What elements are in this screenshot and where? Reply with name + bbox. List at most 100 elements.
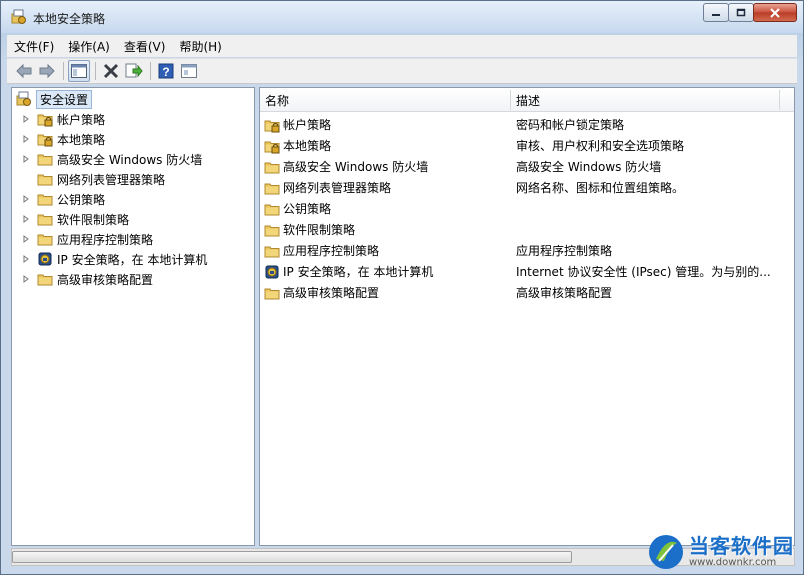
column-divider[interactable] <box>779 90 780 110</box>
list-item[interactable]: 网络列表管理器策略 网络名称、图标和位置组策略。 <box>264 177 790 198</box>
folder-icon <box>264 183 280 194</box>
maximize-button[interactable] <box>728 3 754 22</box>
folder-icon <box>264 288 280 299</box>
list-item-name: 应用程序控制策略 <box>283 244 380 258</box>
help-button[interactable]: ? <box>155 60 177 82</box>
list-item-name: 软件限制策略 <box>283 223 356 237</box>
toolbar: ? <box>7 58 797 84</box>
close-icon <box>770 7 780 18</box>
tree-item[interactable]: 高级审核策略配置 <box>20 269 153 289</box>
folder-icon <box>37 174 53 186</box>
forward-button[interactable] <box>36 60 58 82</box>
folder-icon <box>264 204 280 215</box>
properties-button[interactable] <box>178 60 200 82</box>
expand-arrow-icon[interactable] <box>20 133 32 145</box>
expand-arrow-icon[interactable] <box>20 193 32 205</box>
menu-help[interactable]: 帮助(H) <box>172 38 228 55</box>
list-item-name-cell: 公钥策略 <box>264 200 331 217</box>
expand-arrow-icon[interactable] <box>20 113 32 125</box>
list-item-name-cell: 本地策略 <box>264 137 331 154</box>
tree-item-label: 软件限制策略 <box>57 212 130 227</box>
list-item-name: 公钥策略 <box>283 202 332 216</box>
ipsec-icon <box>265 265 279 278</box>
show-hide-tree-icon <box>71 64 87 78</box>
close-button[interactable] <box>753 3 797 22</box>
list-item-description: Internet 协议安全性 (IPsec) 管理。为与别的... <box>516 265 771 279</box>
tree-item-label: IP 安全策略，在 本地计算机 <box>57 252 208 267</box>
list-pane[interactable]: 名称 描述 帐户策略 密码和帐户锁定策略 本地策略 审核、用户权利和安全选项策略 高级安… <box>259 87 795 546</box>
list-item[interactable]: 高级安全 Windows 防火墙 高级安全 Windows 防火墙 <box>264 156 790 177</box>
list-item-name-cell: 应用程序控制策略 <box>264 242 379 259</box>
ipsec-icon <box>38 252 52 266</box>
folder-lock-icon <box>264 141 280 153</box>
column-name-label: 名称 <box>265 93 290 108</box>
list-item-name-cell: 网络列表管理器策略 <box>264 179 391 196</box>
title-bar[interactable]: 本地安全策略 <box>1 1 803 33</box>
list-item[interactable]: 软件限制策略 <box>264 219 790 240</box>
list-item[interactable]: 帐户策略 密码和帐户锁定策略 <box>264 114 790 135</box>
window-title: 本地安全策略 <box>33 12 106 26</box>
list-item-name: IP 安全策略，在 本地计算机 <box>283 265 434 279</box>
tree-item[interactable]: IP 安全策略，在 本地计算机 <box>20 249 207 269</box>
list-item-name-cell: 高级审核策略配置 <box>264 284 379 301</box>
folder-icon <box>37 194 53 206</box>
expand-arrow-icon[interactable] <box>20 213 32 225</box>
minimize-button[interactable] <box>703 3 729 22</box>
expand-arrow-icon[interactable] <box>20 233 32 245</box>
forward-icon <box>39 63 55 79</box>
delete-button[interactable] <box>100 60 122 82</box>
watermark-url: www.downkr.com <box>689 557 777 568</box>
expand-arrow-icon[interactable] <box>20 153 32 165</box>
column-header-name[interactable]: 名称 <box>260 88 510 112</box>
list-item-description: 网络名称、图标和位置组策略。 <box>516 181 685 195</box>
tree-item-label: 本地策略 <box>57 132 106 147</box>
tree-root-security-settings[interactable]: 安全设置 <box>14 89 93 109</box>
properties-icon <box>181 64 197 78</box>
tree-item[interactable]: 软件限制策略 <box>20 209 129 229</box>
list-item[interactable]: 公钥策略 <box>264 198 790 219</box>
toolbar-separator <box>150 62 151 80</box>
tree-item[interactable]: 应用程序控制策略 <box>20 229 153 249</box>
folder-lock-icon <box>264 120 280 132</box>
export-list-button[interactable] <box>123 60 145 82</box>
security-settings-icon <box>16 91 31 106</box>
tree-item[interactable]: 高级安全 Windows 防火墙 <box>20 149 202 169</box>
tree-item-label: 帐户策略 <box>57 112 106 127</box>
tree-item-label: 高级审核策略配置 <box>57 272 154 287</box>
folder-lock-icon <box>37 114 53 127</box>
menu-action[interactable]: 操作(A) <box>61 38 117 55</box>
watermark-logo-icon <box>649 535 683 569</box>
delete-icon <box>103 63 119 79</box>
tree-item-label: 网络列表管理器策略 <box>57 172 166 187</box>
show-hide-tree-button[interactable] <box>68 60 90 82</box>
tree-pane[interactable]: 安全设置 帐户策略本地策略高级安全 Windows 防火墙 网络列表管理器策略公钥… <box>11 87 255 546</box>
expand-arrow-icon[interactable] <box>20 273 32 285</box>
watermark: 当客软件园 www.downkr.com <box>647 529 797 575</box>
caption-buttons <box>703 3 797 22</box>
menu-file[interactable]: 文件(F) <box>7 38 61 55</box>
tree-item[interactable]: 帐户策略 <box>20 109 105 129</box>
column-header-description[interactable]: 描述 <box>511 88 779 112</box>
list-item[interactable]: 高级审核策略配置 高级审核策略配置 <box>264 282 790 303</box>
list-item-description: 高级审核策略配置 <box>516 286 613 300</box>
list-item[interactable]: IP 安全策略，在 本地计算机 Internet 协议安全性 (IPsec) 管理… <box>264 261 790 282</box>
folder-icon <box>264 162 280 173</box>
list-item[interactable]: 本地策略 审核、用户权利和安全选项策略 <box>264 135 790 156</box>
folder-icon <box>264 246 280 257</box>
list-item-name: 网络列表管理器策略 <box>283 181 392 195</box>
toolbar-separator <box>95 62 96 80</box>
list-item-name-cell: 高级安全 Windows 防火墙 <box>264 158 428 175</box>
tree-item[interactable]: 公钥策略 <box>20 189 105 209</box>
tree-item-label: 高级安全 Windows 防火墙 <box>57 152 203 167</box>
list-item-name: 本地策略 <box>283 139 332 153</box>
tree-item[interactable]: 网络列表管理器策略 <box>20 169 165 189</box>
menu-view[interactable]: 查看(V) <box>117 38 173 55</box>
back-button[interactable] <box>13 60 35 82</box>
expand-arrow-icon[interactable] <box>20 253 32 265</box>
scrollbar-thumb[interactable] <box>12 551 572 563</box>
folder-icon <box>37 234 53 246</box>
tree-item[interactable]: 本地策略 <box>20 129 105 149</box>
list-item[interactable]: 应用程序控制策略 应用程序控制策略 <box>264 240 790 261</box>
list-item-description: 密码和帐户锁定策略 <box>516 118 625 132</box>
list-item-name: 高级审核策略配置 <box>283 286 380 300</box>
